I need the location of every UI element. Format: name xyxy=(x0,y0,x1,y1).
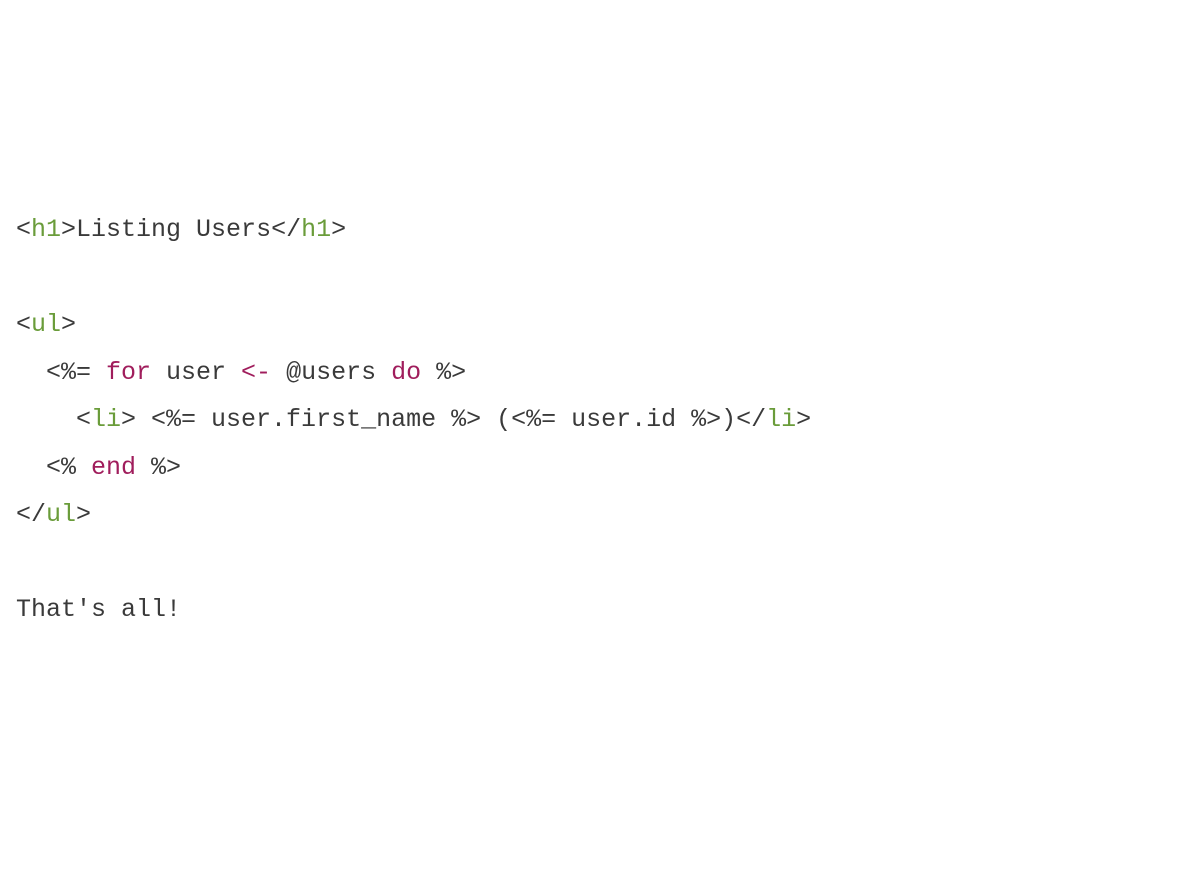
erb-open: <%= xyxy=(16,358,106,387)
li-content: > <%= user.first_name %> (<%= user.id %>… xyxy=(121,405,766,434)
angle-open: < xyxy=(16,310,31,339)
angle-close: > xyxy=(331,215,346,244)
arrow-op: <- xyxy=(241,358,271,387)
tag-ul-open: ul xyxy=(31,310,61,339)
angle-close: > xyxy=(61,310,76,339)
erb-close: %> xyxy=(421,358,466,387)
code-line-5: <li> <%= user.first_name %> (<%= user.id… xyxy=(16,405,811,434)
keyword-for: for xyxy=(106,358,151,387)
text-content: >Listing Users</ xyxy=(61,215,301,244)
angle-open: < xyxy=(16,215,31,244)
code-line-9: That's all! xyxy=(16,595,181,624)
tag-li-close: li xyxy=(766,405,796,434)
angle-open-slash: </ xyxy=(16,500,46,529)
tag-h1-open: h1 xyxy=(31,215,61,244)
keyword-do: do xyxy=(391,358,421,387)
text-users: @users xyxy=(271,358,391,387)
tag-li-open: li xyxy=(91,405,121,434)
code-line-3: <ul> xyxy=(16,310,76,339)
erb-close: %> xyxy=(136,453,181,482)
keyword-end: end xyxy=(91,453,136,482)
indent-angle-open: < xyxy=(16,405,91,434)
erb-open: <% xyxy=(16,453,91,482)
code-line-4: <%= for user <- @users do %> xyxy=(16,358,466,387)
text-user: user xyxy=(151,358,241,387)
tag-h1-close: h1 xyxy=(301,215,331,244)
code-block: <h1>Listing Users</h1> <ul> <%= for user… xyxy=(16,206,1165,634)
code-line-1: <h1>Listing Users</h1> xyxy=(16,215,346,244)
code-line-6: <% end %> xyxy=(16,453,181,482)
code-line-7: </ul> xyxy=(16,500,91,529)
tag-ul-close: ul xyxy=(46,500,76,529)
angle-close: > xyxy=(796,405,811,434)
angle-close: > xyxy=(76,500,91,529)
